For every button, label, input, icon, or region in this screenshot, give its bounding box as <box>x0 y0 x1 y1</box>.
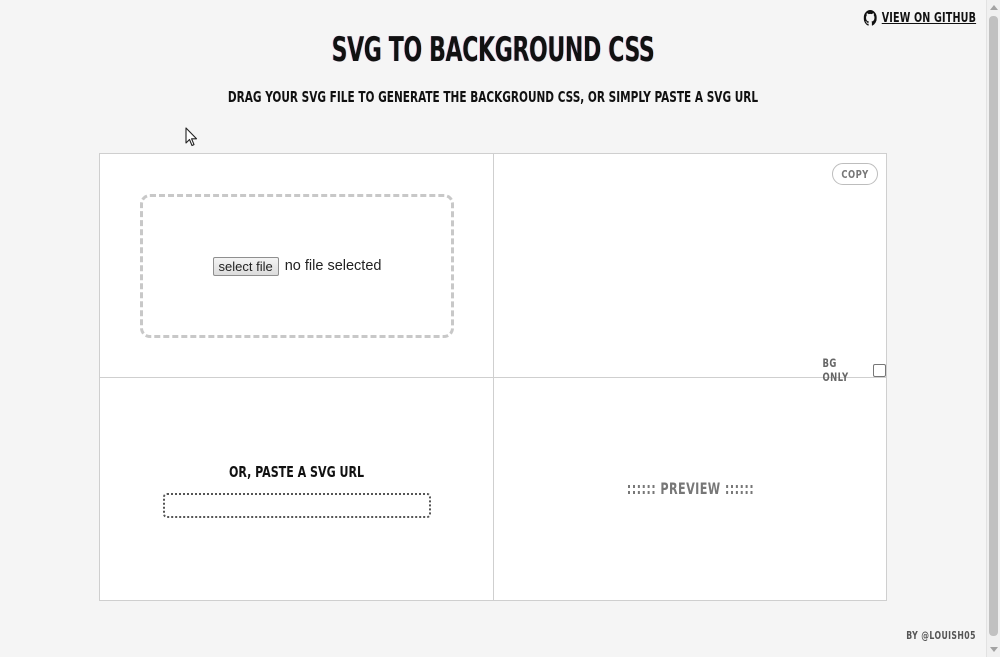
github-link-label[interactable]: VIEW ON GITHUB <box>882 11 976 26</box>
scroll-up-arrow-icon[interactable] <box>990 5 998 10</box>
copy-button[interactable]: COPY <box>832 163 878 185</box>
bg-only-checkbox[interactable] <box>873 363 886 377</box>
page-subtitle: DRAG YOUR SVG FILE TO GENERATE THE BACKG… <box>227 88 759 106</box>
workspace-grid: select file no file selected COPY BG ONL… <box>99 153 887 601</box>
vertical-scrollbar[interactable] <box>986 0 1000 657</box>
copy-button-label[interactable]: COPY <box>841 168 868 181</box>
file-status-text: no file selected <box>284 258 382 274</box>
svg-dropzone[interactable]: select file no file selected <box>140 194 454 338</box>
scrollbar-thumb[interactable] <box>989 16 998 636</box>
svg-url-input[interactable] <box>163 493 431 518</box>
scroll-down-arrow-icon[interactable] <box>990 647 998 652</box>
url-section: OR, PASTE A SVG URL <box>100 378 493 601</box>
github-icon <box>863 10 877 26</box>
select-file-button[interactable]: select file <box>212 256 279 276</box>
author-credit[interactable]: BY @LOUISH05 <box>906 630 976 642</box>
page-title: SVG TO BACKGROUND CSS <box>331 30 655 70</box>
url-label: OR, PASTE A SVG URL <box>228 463 365 481</box>
github-link[interactable]: VIEW ON GITHUB <box>863 10 976 26</box>
preview-label: :::::: PREVIEW :::::: <box>626 479 755 498</box>
mouse-pointer-icon <box>185 127 198 147</box>
preview-section: :::::: PREVIEW :::::: <box>494 378 887 601</box>
